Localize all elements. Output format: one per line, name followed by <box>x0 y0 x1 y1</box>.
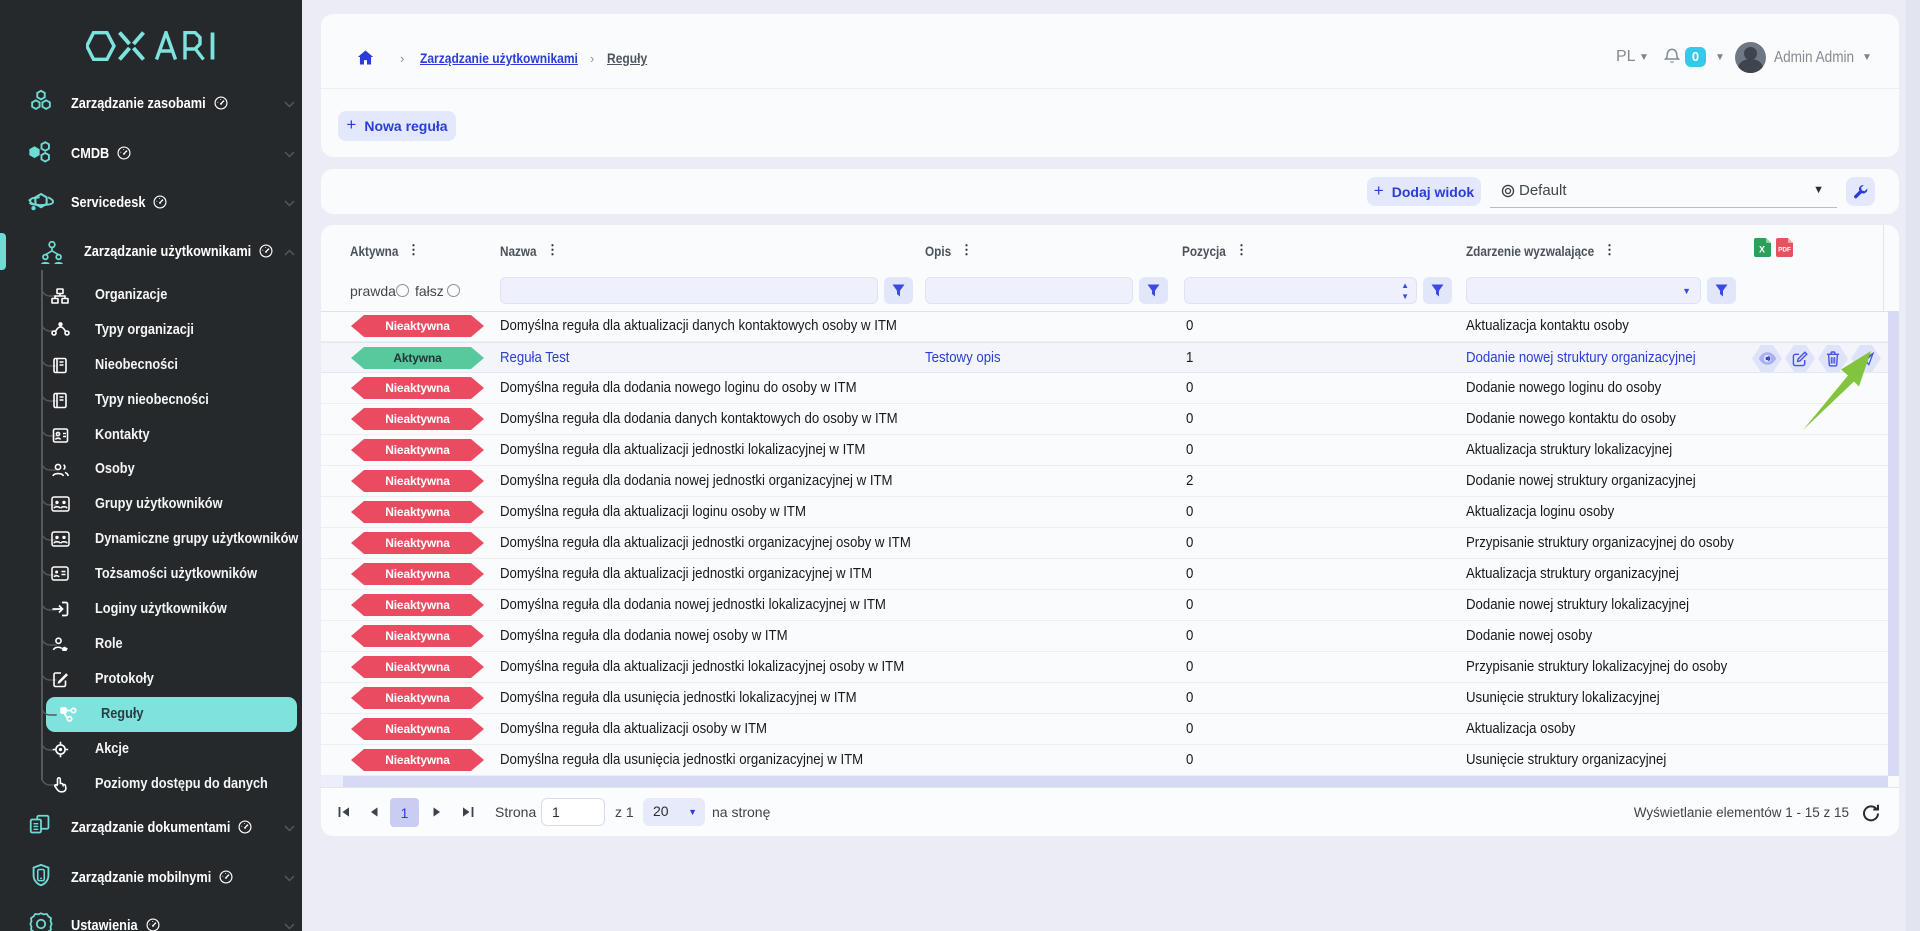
svg-text:X: X <box>1759 245 1765 255</box>
svg-text:PDF: PDF <box>1778 247 1791 254</box>
